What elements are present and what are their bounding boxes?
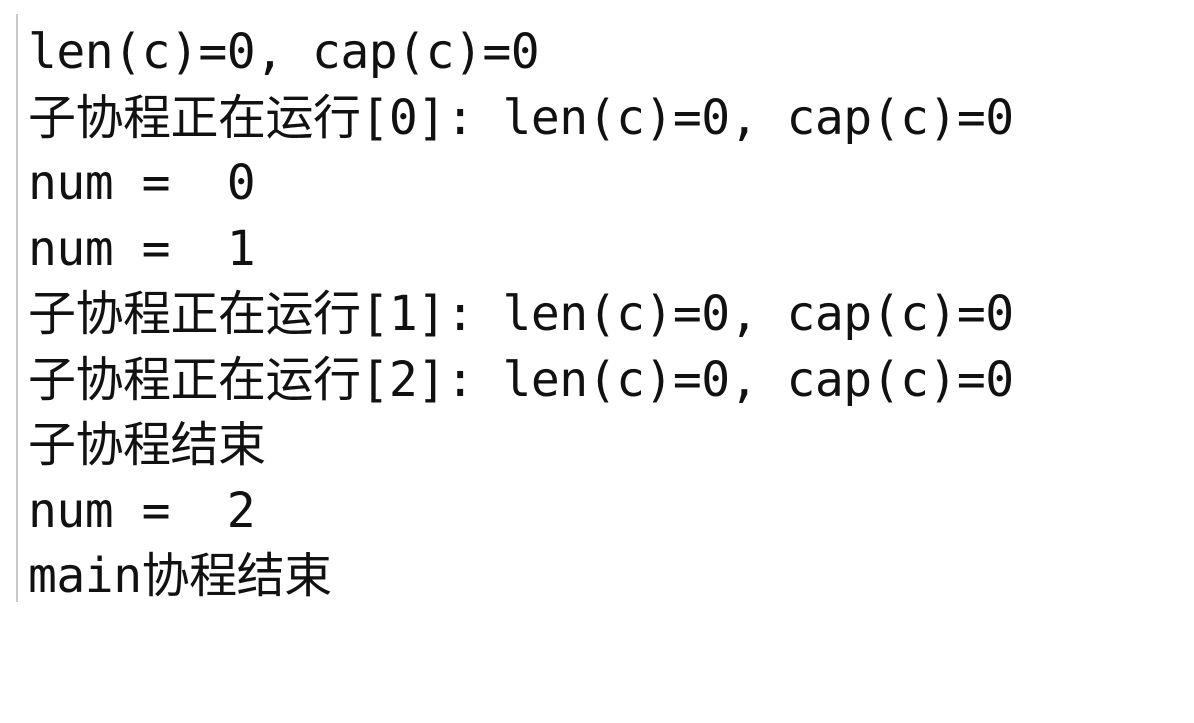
console-left-border	[16, 14, 18, 602]
console-line: main协程结束	[28, 548, 332, 604]
console-line: 子协程正在运行[2]: len(c)=0, cap(c)=0	[28, 351, 1014, 408]
console-line: len(c)=0, cap(c)=0	[28, 24, 540, 80]
console-text-area: len(c)=0, cap(c)=0 子协程正在运行[0]: len(c)=0,…	[28, 20, 1014, 610]
console-line: 子协程结束	[28, 417, 266, 473]
console-line: num = 0	[28, 155, 256, 211]
console-line: num = 2	[28, 482, 256, 539]
console-line: 子协程正在运行[1]: len(c)=0, cap(c)=0	[28, 286, 1014, 342]
console-line: 子协程正在运行[0]: len(c)=0, cap(c)=0	[28, 89, 1014, 146]
console-output-panel: len(c)=0, cap(c)=0 子协程正在运行[0]: len(c)=0,…	[0, 0, 1194, 723]
console-line: num = 1	[28, 220, 256, 277]
